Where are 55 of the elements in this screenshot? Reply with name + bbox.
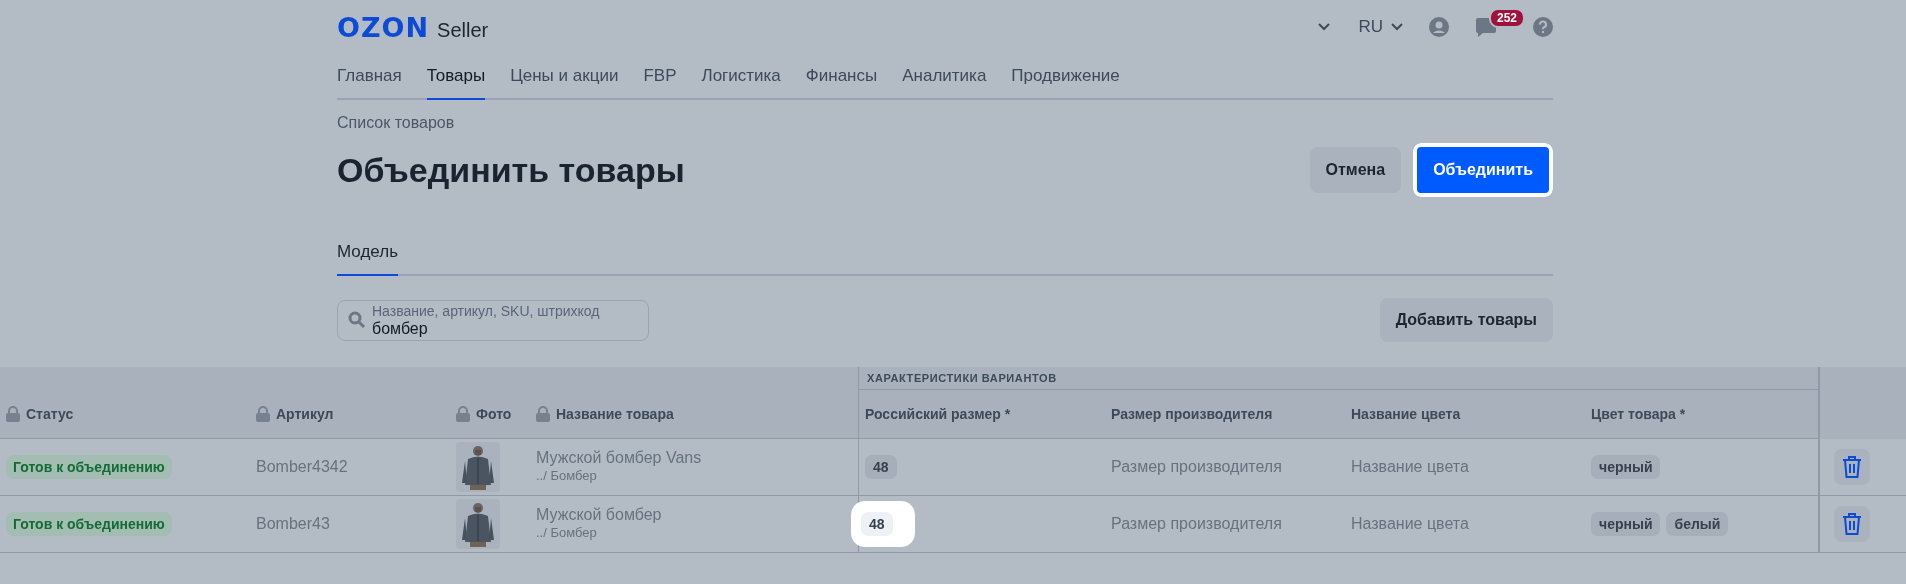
add-products-button[interactable]: Добавить товары (1379, 298, 1553, 342)
search-field[interactable]: Название, артикул, SKU, штрихкод бомбер (337, 299, 649, 341)
cancel-button[interactable]: Отмена (1309, 147, 1402, 193)
delete-button[interactable] (1834, 506, 1870, 542)
merge-button[interactable]: Объединить (1413, 143, 1553, 197)
category-path: ../ Бомбер (536, 524, 597, 542)
column-header: Фото (476, 406, 512, 422)
search-icon (348, 311, 366, 329)
nav-tab[interactable]: FBP (643, 66, 677, 100)
category-path: ../ Бомбер (536, 467, 597, 485)
tab[interactable]: Модель (337, 242, 399, 276)
nav-tab[interactable]: Логистика (701, 66, 781, 100)
notification-badge: 252 (1489, 8, 1526, 28)
size-tag[interactable]: 48 (861, 512, 893, 536)
color-tag[interactable]: черный (1591, 512, 1661, 536)
product-name[interactable]: Мужской бомбер (536, 506, 662, 524)
chevron-down-icon[interactable] (1391, 23, 1403, 31)
logo-subtitle: Seller (437, 18, 489, 42)
column-header: Размер производителя (1111, 406, 1273, 422)
column-header: Цвет товара * (1591, 406, 1686, 422)
help-icon[interactable] (1533, 17, 1553, 37)
column-header: Российский размер * (865, 406, 1011, 422)
manufacturer-size-text: Размер производителя (1111, 458, 1282, 476)
nav-tab[interactable]: Аналитика (902, 66, 987, 100)
trash-icon (1842, 456, 1862, 478)
chevron-down-icon[interactable] (1318, 23, 1331, 31)
logo[interactable]: OZON (337, 11, 430, 43)
language-selector[interactable]: RU (1358, 17, 1383, 37)
color-tag[interactable]: белый (1666, 512, 1729, 536)
nav-tab[interactable]: Товары (426, 66, 486, 100)
search-input[interactable]: бомбер (372, 319, 632, 338)
article-text: Bomber4342 (256, 458, 348, 476)
user-icon[interactable] (1429, 17, 1449, 37)
nav-tab[interactable]: Продвижение (1011, 66, 1120, 100)
status-badge: Готов к объединению (6, 512, 172, 536)
column-header: Название цвета (1351, 406, 1461, 422)
breadcrumb-link[interactable]: Список товаров (337, 114, 455, 132)
nav-tab[interactable]: Финансы (805, 66, 878, 100)
color-name-text: Название цвета (1351, 458, 1469, 476)
nav-tab[interactable]: Цены и акции (510, 66, 619, 100)
color-name-text: Название цвета (1351, 515, 1469, 533)
delete-button[interactable] (1834, 449, 1870, 485)
color-tag[interactable]: черный (1591, 455, 1661, 479)
trash-icon (1842, 513, 1862, 535)
column-group-header: ХАРАКТЕРИСТИКИ ВАРИАНТОВ (867, 372, 1057, 384)
product-name[interactable]: Мужской бомбер Vans (536, 449, 702, 467)
column-header: Статус (26, 406, 74, 422)
nav-tab[interactable]: Главная (337, 66, 402, 100)
size-tag[interactable]: 48 (865, 455, 897, 479)
column-header: Название товара (556, 406, 674, 422)
column-header: Артикул (276, 406, 334, 422)
article-text: Bomber43 (256, 515, 330, 533)
status-badge: Готов к объединению (6, 455, 172, 479)
manufacturer-size-text: Размер производителя (1111, 515, 1282, 533)
page-title: Объединить товары (337, 150, 685, 190)
